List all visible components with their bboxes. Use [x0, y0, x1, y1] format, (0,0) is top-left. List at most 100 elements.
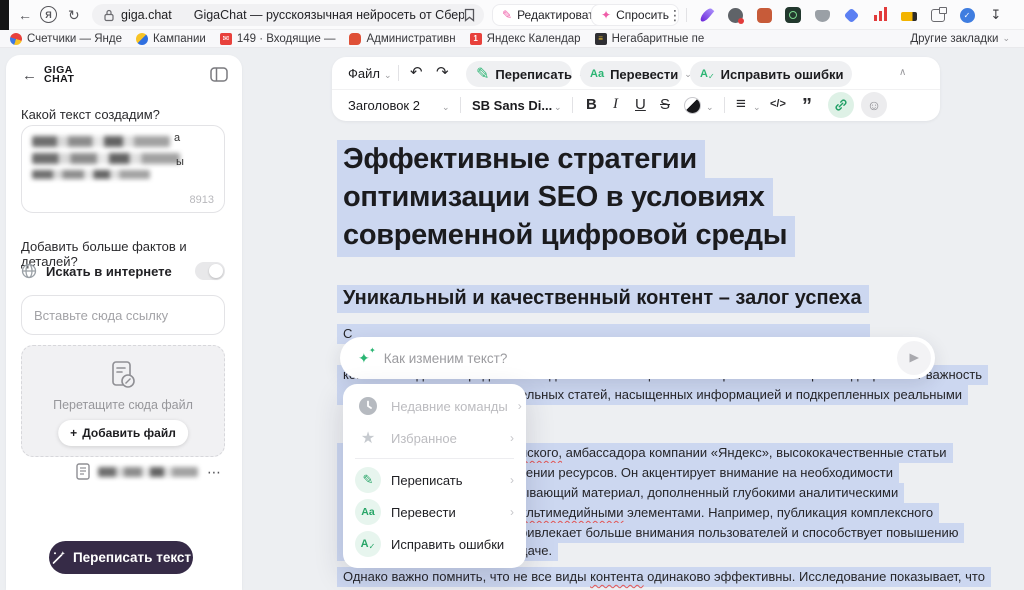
link-icon: [834, 98, 848, 112]
bookmark-item[interactable]: 1Яндекс Календар: [470, 33, 581, 45]
gray-shield-extension-icon[interactable]: [814, 7, 830, 23]
collapse-toolbar-icon[interactable]: ∧: [899, 67, 906, 78]
link-input[interactable]: [21, 295, 225, 335]
rewrite-action-button[interactable]: ✎ Переписать ⌄: [466, 61, 572, 87]
other-bookmarks-button[interactable]: Другие закладки⌄: [910, 33, 1010, 45]
text-color-button[interactable]: [684, 97, 701, 114]
redo-icon[interactable]: ↷: [436, 63, 449, 81]
file-menu-dots-icon[interactable]: ⋯: [207, 464, 222, 481]
italic-button[interactable]: I: [613, 96, 618, 113]
file-menu-button[interactable]: Файл: [348, 66, 380, 81]
undo-icon[interactable]: ↶: [410, 63, 423, 81]
add-file-label: Добавить файл: [82, 426, 176, 440]
calendar-icon: 1: [470, 33, 482, 45]
bookmark-label: 149 · Входящие —: [237, 33, 336, 45]
menu-item-label: Исправить ошибки: [391, 537, 504, 552]
underline-button[interactable]: U: [635, 96, 646, 113]
bookmark-item[interactable]: Административн: [349, 33, 455, 45]
dark-square-extension-icon[interactable]: [785, 7, 801, 23]
menu-item-recent[interactable]: Недавние команды ›: [343, 390, 526, 422]
bookmark-item[interactable]: ✉ 149 · Входящие —: [220, 33, 336, 45]
plus-icon: +: [70, 426, 77, 440]
prompt-text-fragment: ы: [176, 156, 184, 168]
pencil-extension-icon[interactable]: [756, 7, 772, 23]
list-button[interactable]: ≡: [736, 94, 746, 114]
menu-item-translate[interactable]: Aa Перевести ›: [343, 496, 526, 528]
browser-back-icon[interactable]: ←: [18, 6, 32, 24]
add-file-button[interactable]: + Добавить файл: [58, 420, 188, 446]
address-bar[interactable]: giga.chat GigaChat — русскоязычная нейро…: [92, 4, 484, 26]
gigachat-logo: GIGA CHAT: [44, 66, 74, 83]
sync-extension-icon[interactable]: ✓: [959, 7, 975, 23]
ask-ai-button[interactable]: ✦ Спросить: [591, 4, 679, 26]
search-internet-row: Искать в интернете: [21, 261, 225, 281]
bar-chart-extension-icon[interactable]: [872, 7, 888, 21]
fix-errors-action-button[interactable]: A✓ Исправить ошибки: [690, 61, 852, 87]
code-button[interactable]: </>: [770, 98, 786, 110]
bookmarks-bar: Счетчики — Янде Кампании ✉ 149 · Входящие…: [0, 30, 1024, 48]
attached-file-icon: [76, 463, 90, 480]
url-text: giga.chat: [121, 8, 172, 22]
dropzone-label: Перетащите сюда файл: [22, 398, 224, 412]
refresh-icon[interactable]: ↻: [68, 6, 80, 24]
prompt-section-label: Какой текст создадим?: [21, 107, 160, 122]
divider: [355, 458, 514, 459]
command-input[interactable]: [384, 351, 897, 366]
divider: [724, 97, 725, 113]
toggle-knob: [209, 264, 223, 278]
shield-extension-icon[interactable]: [727, 7, 743, 23]
browser-menu-dots-icon[interactable]: ⋮: [668, 6, 682, 24]
bookmark-item[interactable]: Кампании: [136, 33, 206, 45]
attached-file-row[interactable]: ⋯: [6, 463, 242, 483]
document-h1-line3: современной цифровой среды: [337, 219, 795, 252]
chevron-right-icon: ›: [510, 431, 514, 445]
bold-button[interactable]: B: [586, 96, 597, 113]
document-h1-line2: оптимизации SEO в условиях: [337, 181, 773, 214]
link-button[interactable]: [828, 92, 854, 118]
ask-sparkle-icon: ✦: [601, 8, 611, 22]
download-icon[interactable]: ↧: [988, 7, 1004, 23]
cube-extension-icon[interactable]: [843, 7, 859, 23]
translate-icon: Aa: [355, 499, 381, 525]
feather-extension-icon[interactable]: [698, 7, 714, 23]
tabs-extension-icon[interactable]: [930, 7, 946, 23]
battery-extension-icon[interactable]: [901, 7, 917, 23]
divider: [686, 8, 687, 22]
translate-action-button[interactable]: Aa Перевести ⌄: [580, 61, 682, 87]
sidebar-back-icon[interactable]: ←: [22, 67, 37, 84]
menu-item-fix-errors[interactable]: A✓ Исправить ошибки: [343, 528, 526, 560]
yandex-browser-icon[interactable]: Я: [40, 6, 57, 23]
clock-icon: [355, 396, 381, 416]
menu-item-label: Избранное: [391, 431, 457, 446]
menu-item-rewrite[interactable]: ✎ Переписать ›: [343, 464, 526, 496]
emoji-button[interactable]: ☺: [861, 92, 887, 118]
bookmark-item[interactable]: Счетчики — Янде: [10, 33, 122, 45]
strikethrough-button[interactable]: S: [660, 96, 670, 113]
screen: ← Я ↻ giga.chat GigaChat — русскоязычная…: [0, 0, 1024, 590]
mail-icon: ✉: [220, 33, 232, 45]
menu-item-label: Недавние команды: [391, 399, 508, 414]
chevron-down-icon: ⌄: [1002, 33, 1010, 44]
sidebar: ← GIGA CHAT Какой текст создадим? а ы 89…: [6, 55, 242, 590]
blurred-filename: [98, 467, 198, 477]
rewrite-text-button[interactable]: Переписать текст: [49, 541, 193, 574]
chevron-right-icon: ›: [510, 473, 514, 487]
font-select[interactable]: SB Sans Di...: [472, 98, 552, 113]
file-dropzone[interactable]: Перетащите сюда файл + Добавить файл: [21, 345, 225, 457]
bookmark-item[interactable]: ≡Негабаритные пе: [595, 33, 705, 45]
chevron-down-icon: ⌄: [554, 102, 562, 113]
divider: [460, 97, 461, 113]
chevron-down-icon: ⌄: [442, 102, 450, 113]
search-internet-toggle[interactable]: [195, 262, 225, 280]
send-button[interactable]: [897, 341, 931, 375]
collapse-panel-icon[interactable]: [210, 67, 228, 87]
quote-button[interactable]: ”: [802, 95, 812, 118]
divider: [332, 89, 940, 90]
heading-style-select[interactable]: Заголовок 2: [348, 98, 420, 113]
prompt-text-fragment: а: [174, 132, 180, 144]
translate-icon: Aa: [590, 68, 604, 80]
prompt-textarea[interactable]: а ы 8913: [21, 125, 225, 213]
menu-item-favorites[interactable]: ★ Избранное ›: [343, 422, 526, 454]
bookmark-flag-icon[interactable]: [464, 8, 475, 22]
menu-item-label: Переписать: [391, 473, 463, 488]
